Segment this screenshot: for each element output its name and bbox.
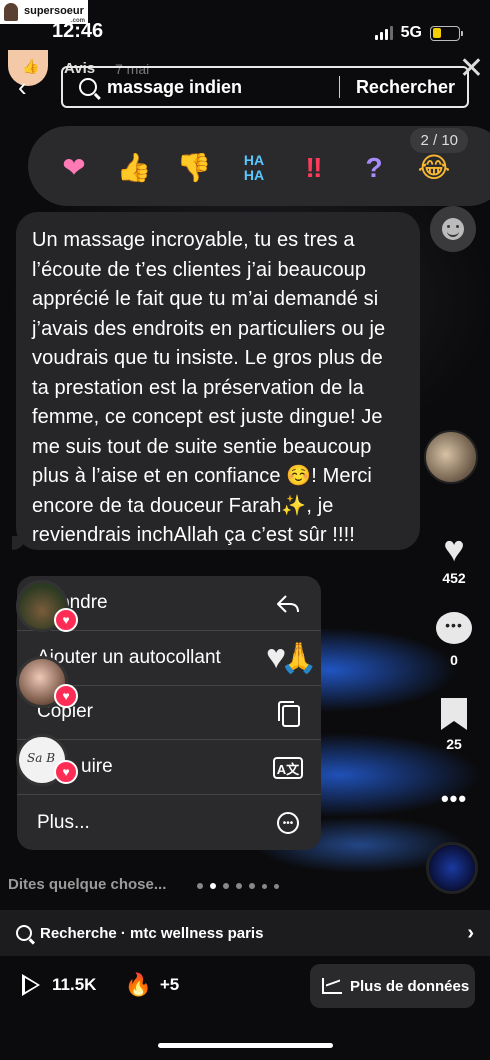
bookmark-icon[interactable] xyxy=(432,698,476,734)
pager-dot xyxy=(197,883,203,889)
more-dots-icon[interactable]: ••• xyxy=(432,786,476,812)
status-bar-right: 5G xyxy=(374,24,463,42)
message-bubble[interactable]: Un massage incroyable, tu es tres a l’éc… xyxy=(12,212,420,550)
thumbs-up-reaction-icon[interactable]: 👍 xyxy=(104,148,164,188)
sound-disc[interactable] xyxy=(426,842,478,894)
menu-item-label: Ajouter un autocollant xyxy=(37,646,221,668)
pager-dot xyxy=(223,883,229,889)
sticker-preview[interactable]: ♥🙏 xyxy=(266,638,318,677)
menu-item-more[interactable]: Plus... ••• xyxy=(17,795,321,850)
menu-item-label: Plus... xyxy=(37,811,90,833)
translate-icon: A文 xyxy=(273,757,303,780)
search-button[interactable]: Rechercher xyxy=(356,77,455,98)
creator-thumbnail[interactable] xyxy=(424,430,478,484)
more-icon: ••• xyxy=(277,812,299,835)
comment-icon[interactable] xyxy=(432,612,476,652)
more-data-button[interactable]: Plus de données xyxy=(310,964,475,1008)
pager-dots xyxy=(197,883,279,889)
back-arrow-icon[interactable]: ‹ xyxy=(18,74,27,100)
battery-icon xyxy=(430,25,463,41)
signature-logo: Sa B xyxy=(27,751,56,765)
boost-count: +5 xyxy=(159,975,180,994)
watermark-text: supersoeur xyxy=(24,5,84,17)
comment-count: 0 xyxy=(450,652,458,668)
status-time: 12:46 xyxy=(52,20,104,42)
related-search-bar[interactable]: Recherche · mtc wellness paris › xyxy=(0,910,490,956)
search-divider xyxy=(338,76,340,98)
close-icon[interactable]: ✕ xyxy=(459,54,484,84)
home-indicator[interactable] xyxy=(158,1043,333,1048)
smiley-icon xyxy=(442,218,464,240)
search-bar: Rechercher xyxy=(61,66,469,108)
search-icon xyxy=(16,925,32,941)
stats-row: 11.5K 🔥 +5 xyxy=(22,972,179,998)
like-count: 452 xyxy=(442,570,466,586)
heart-reaction-icon[interactable]: ❤ xyxy=(44,148,104,188)
question-reaction-icon[interactable]: ? xyxy=(344,148,404,188)
page-counter: 2 / 10 xyxy=(410,128,468,153)
flame-icon: 🔥 xyxy=(124,972,152,997)
laugh-reaction-icon[interactable]: 😂 xyxy=(404,148,464,188)
like-heart-icon[interactable]: ♥ xyxy=(432,528,476,570)
network-type: 5G xyxy=(400,24,422,41)
haha-reaction-icon[interactable]: HA HA xyxy=(224,148,284,188)
more-data-label: Plus de données xyxy=(350,977,470,995)
chart-icon xyxy=(322,978,342,994)
search-input[interactable] xyxy=(107,76,337,98)
praying-hands-icon: 🙏 xyxy=(280,642,318,675)
watermark-figure-icon xyxy=(4,3,18,21)
save-count: 25 xyxy=(446,736,462,752)
play-icon xyxy=(22,974,40,996)
pager-dot xyxy=(249,883,255,889)
search-icon xyxy=(79,78,97,96)
view-count: 11.5K xyxy=(52,975,97,994)
pager-dot xyxy=(262,883,267,889)
message-text: Un massage incroyable, tu es tres a l’éc… xyxy=(32,229,386,546)
reaction-list: ❤ 👍 👎 HA HA ‼ ? 😂 xyxy=(44,148,464,188)
pager-dot xyxy=(236,883,242,889)
add-emoji-button[interactable] xyxy=(430,206,476,252)
pager-dot-active xyxy=(210,883,216,889)
reply-icon xyxy=(275,591,301,617)
chevron-right-icon: › xyxy=(467,921,474,944)
pager-dot xyxy=(274,883,279,889)
exclamation-reaction-icon[interactable]: ‼ xyxy=(284,148,344,188)
comment-input-placeholder[interactable]: Dites quelque chose... xyxy=(8,876,166,893)
thumbs-down-reaction-icon[interactable]: 👎 xyxy=(164,148,224,188)
heart-badge-icon: ♥ xyxy=(54,684,78,708)
copy-icon xyxy=(275,700,301,727)
heart-badge-icon: ♥ xyxy=(54,608,78,632)
signal-icon xyxy=(374,26,393,40)
heart-badge-icon: ♥ xyxy=(54,760,78,784)
menu-item-label: uire xyxy=(81,756,113,778)
related-search-text: Recherche · mtc wellness paris xyxy=(40,924,264,942)
